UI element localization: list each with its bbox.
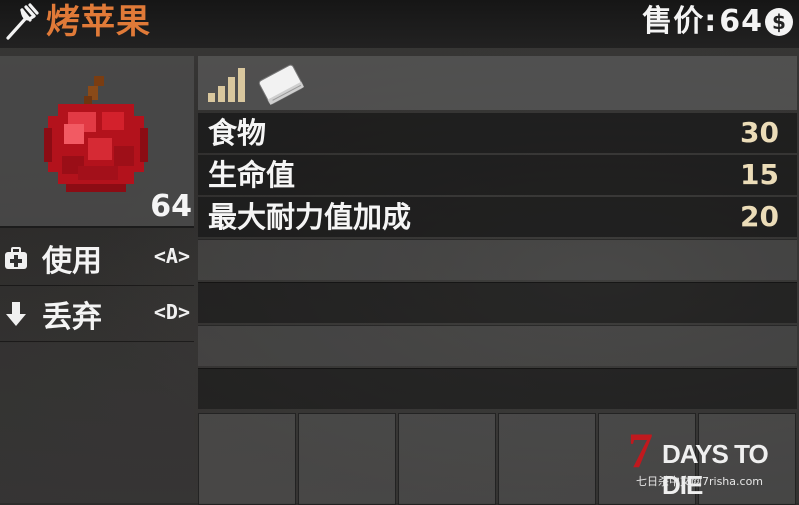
stat-value: 15 (740, 158, 779, 191)
sell-price: 售价: 64 (642, 0, 763, 44)
stat-row-max-stamina: 最大耐力值加成 20 (198, 197, 797, 237)
game-logo-watermark: 7 DAYS TO DIE 七日杀中文网7risha.com (628, 422, 796, 500)
stat-label: 生命值 (208, 158, 296, 192)
logo-number: 7 (628, 422, 653, 478)
mod-slot[interactable] (398, 413, 496, 505)
fork-icon (6, 3, 39, 40)
mod-slot[interactable] (498, 413, 596, 505)
drop-label: 丢弃 (42, 300, 102, 335)
dollar-coin-icon: $ (765, 8, 793, 36)
first-aid-kit-icon (5, 247, 27, 269)
logo-text: DAYS TO DIE (662, 439, 769, 500)
stat-value: 20 (740, 200, 779, 233)
apple-icon (44, 76, 148, 192)
price-value: 64 (719, 4, 763, 39)
logo-subtitle: 七日杀中文网7risha.com (636, 475, 764, 488)
price-label: 售价: (642, 4, 718, 39)
stat-row-health: 生命值 15 (198, 155, 797, 195)
stat-value: 30 (740, 116, 779, 149)
use-label: 使用 (42, 244, 102, 279)
left-empty-area (0, 343, 194, 503)
use-action[interactable]: 使用 <A> (0, 230, 194, 286)
item-header: 烤苹果 售价: 64 $ (0, 0, 799, 48)
stat-label: 食物 (208, 116, 267, 150)
book-icon[interactable] (256, 61, 308, 107)
item-count: 64 (150, 189, 192, 224)
use-key: <A> (153, 244, 190, 268)
action-list: 使用 <A> 丢弃 <D> (0, 230, 194, 342)
empty-stat-row (198, 282, 797, 323)
mod-slot[interactable] (298, 413, 396, 505)
arrow-down-icon (6, 302, 26, 326)
stat-row-food: 食物 30 (198, 113, 797, 153)
drop-key: <D> (153, 300, 190, 324)
empty-stat-row (198, 239, 797, 280)
stats-header (198, 56, 797, 110)
item-preview: 64 (0, 56, 194, 228)
item-title: 烤苹果 (46, 2, 151, 42)
mod-slot[interactable] (198, 413, 296, 505)
empty-stat-row (198, 325, 797, 366)
empty-stat-row (198, 368, 797, 409)
stat-label: 最大耐力值加成 (208, 200, 412, 234)
drop-action[interactable]: 丢弃 <D> (0, 286, 194, 342)
tier-bars-icon (208, 68, 245, 102)
